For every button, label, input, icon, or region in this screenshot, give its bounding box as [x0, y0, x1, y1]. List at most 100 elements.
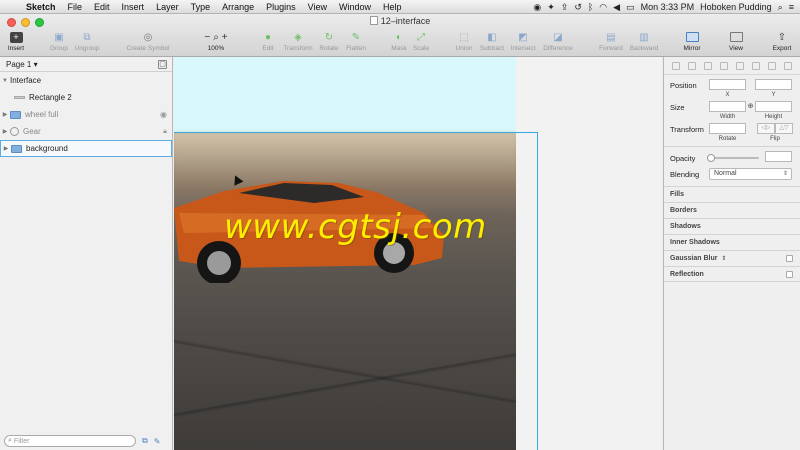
layer-background[interactable]: ▶ background	[0, 140, 172, 157]
align-bottom-icon[interactable]	[768, 61, 776, 70]
width-input[interactable]	[709, 101, 746, 112]
bluetooth-icon[interactable]: ᛒ	[588, 2, 593, 12]
backward-button[interactable]: ▥ Backward	[627, 31, 661, 53]
canvas[interactable]: www.cgtsj.com	[174, 57, 662, 450]
mirror-label: Mirror	[683, 45, 701, 52]
height-input[interactable]	[755, 101, 792, 112]
slices-filter-icon[interactable]: ✎	[154, 437, 161, 446]
disclosure-closed-icon[interactable]: ▶	[0, 111, 10, 118]
rotate-input[interactable]	[709, 123, 746, 134]
align-top-icon[interactable]	[736, 61, 744, 70]
clock[interactable]: Mon 3:33 PM	[641, 2, 695, 12]
reflection-section[interactable]: Reflection	[664, 266, 800, 282]
distribute-v-icon[interactable]	[784, 61, 792, 70]
difference-button[interactable]: ◪ Difference	[541, 31, 575, 53]
menu-type[interactable]: Type	[185, 2, 217, 12]
page-selector[interactable]: Page 1 ▾ ▢	[0, 57, 172, 72]
symbols-filter-icon[interactable]: ⧉	[142, 436, 148, 446]
ungroup-button[interactable]: ⧉ Ungroup	[70, 31, 104, 53]
borders-section[interactable]: Borders	[664, 202, 800, 218]
layer-label: Interface	[10, 76, 42, 85]
lock-ratio-icon[interactable]: ⊕	[747, 102, 754, 110]
difference-label: Difference	[543, 45, 573, 52]
zoom-out-button[interactable]: −	[204, 32, 210, 43]
zoom-in-button[interactable]: +	[222, 32, 228, 43]
add-page-icon[interactable]: ▢	[158, 60, 167, 69]
battery-icon[interactable]: ▭	[626, 2, 635, 13]
menu-insert[interactable]: Insert	[116, 2, 151, 12]
create-symbol-button[interactable]: ◎ Create Symbol	[127, 31, 170, 53]
notification-center-icon[interactable]: ≡	[789, 2, 794, 12]
align-left-icon[interactable]	[672, 61, 680, 70]
time-machine-icon[interactable]: ↺	[574, 2, 582, 13]
menu-app[interactable]: Sketch	[20, 2, 62, 12]
layer-wheel-full[interactable]: ▶ wheel full ◉	[0, 106, 172, 123]
user-name[interactable]: Hoboken Pudding	[700, 2, 772, 12]
distribute-h-icon[interactable]	[720, 61, 728, 70]
shadows-section[interactable]: Shadows	[664, 218, 800, 234]
flatten-button[interactable]: ✎ Flatten	[339, 31, 373, 53]
export-button[interactable]: ⇧ Export	[765, 31, 799, 53]
disclosure-closed-icon[interactable]: ▶	[0, 128, 10, 135]
align-center-h-icon[interactable]	[688, 61, 696, 70]
menu-view[interactable]: View	[302, 2, 333, 12]
folder-icon	[10, 110, 21, 119]
menu-edit[interactable]: Edit	[88, 2, 116, 12]
disclosure-closed-icon[interactable]: ▶	[1, 145, 11, 152]
scale-button[interactable]: ⤢ Scale	[404, 31, 438, 53]
inner-shadows-section[interactable]: Inner Shadows	[664, 234, 800, 250]
menu-window[interactable]: Window	[333, 2, 377, 12]
reflection-checkbox[interactable]	[786, 271, 793, 278]
upload-icon[interactable]: ⇪	[561, 2, 569, 13]
spotlight-icon[interactable]: ⌕	[778, 2, 783, 13]
disclosure-open-icon[interactable]: ▼	[0, 78, 10, 84]
filter-input[interactable]: ⌕ Filter	[4, 435, 136, 447]
rotate-caption: Rotate	[718, 136, 737, 142]
menu-file[interactable]: File	[62, 2, 89, 12]
search-icon: ⌕	[8, 437, 12, 444]
car-photo[interactable]	[174, 133, 516, 450]
transform-button[interactable]: ◈ Transform	[281, 31, 315, 53]
insert-label: Insert	[7, 45, 25, 52]
flip-horizontal-button[interactable]: ◁▷	[757, 123, 775, 134]
artboard-interface[interactable]	[174, 57, 516, 450]
intersect-button[interactable]: ◩ Intersect	[506, 31, 540, 53]
layer-rectangle-2[interactable]: Rectangle 2	[0, 89, 172, 106]
dropbox-icon[interactable]: ✦	[547, 2, 555, 13]
x-input[interactable]	[709, 79, 746, 90]
blur-type-stepper-icon[interactable]: ⇕	[721, 256, 726, 262]
borders-header: Borders	[670, 207, 697, 214]
align-right-icon[interactable]	[704, 61, 712, 70]
opacity-slider-knob[interactable]	[707, 154, 715, 162]
blending-select[interactable]: Normal ⇕	[709, 168, 792, 180]
layer-label: Rectangle 2	[29, 93, 72, 102]
menu-arrange[interactable]: Arrange	[216, 2, 260, 12]
opacity-slider[interactable]	[707, 154, 759, 162]
zoom-control[interactable]: − ⌕ + 100%	[199, 31, 233, 53]
app-tray-icon[interactable]: ◉	[533, 2, 541, 13]
volume-icon[interactable]: ◀	[613, 2, 620, 13]
edit-button[interactable]: ● Edit	[251, 31, 285, 53]
fills-section[interactable]: Fills	[664, 186, 800, 202]
y-input[interactable]	[755, 79, 792, 90]
wifi-icon[interactable]: ◠	[599, 2, 607, 13]
lock-icon[interactable]: 🔒︎	[163, 128, 167, 136]
subtract-button[interactable]: ◧ Subtract	[475, 31, 509, 53]
layer-gear[interactable]: ▶ Gear 🔒︎	[0, 123, 172, 140]
forward-button[interactable]: ▤ Forward	[594, 31, 628, 53]
align-middle-icon[interactable]	[752, 61, 760, 70]
layer-artboard-interface[interactable]: ▼ Interface	[0, 72, 172, 89]
flip-vertical-button[interactable]: △▽	[775, 123, 793, 134]
menu-plugins[interactable]: Plugins	[260, 2, 302, 12]
view-button[interactable]: View	[719, 31, 753, 52]
opacity-input[interactable]	[765, 151, 792, 162]
insert-button[interactable]: + Insert	[0, 31, 33, 52]
menu-layer[interactable]: Layer	[150, 2, 185, 12]
union-icon: ⬚	[459, 31, 469, 43]
menu-help[interactable]: Help	[377, 2, 408, 12]
gaussian-blur-section[interactable]: Gaussian Blur ⇕	[664, 250, 800, 266]
rotate-icon: ↻	[324, 31, 334, 43]
gaussian-blur-checkbox[interactable]	[786, 255, 793, 262]
mirror-button[interactable]: Mirror	[675, 31, 709, 52]
eye-icon[interactable]: ◉	[160, 110, 167, 119]
